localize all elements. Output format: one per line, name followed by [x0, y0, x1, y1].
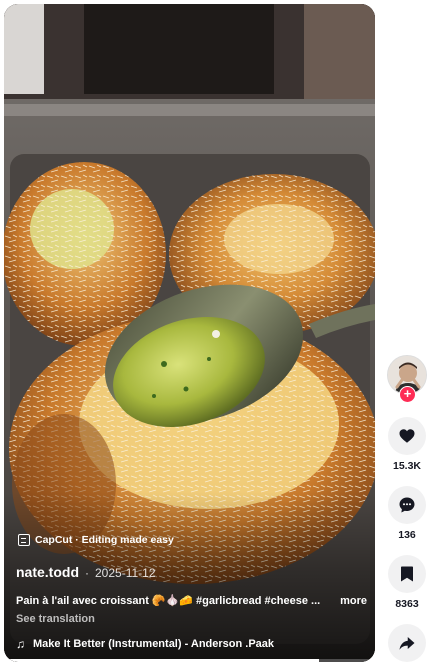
comment-bubble-icon	[399, 497, 415, 513]
post-date: 2025-11-12	[95, 566, 156, 580]
date-separator: ·	[85, 566, 89, 580]
comment-count: 136	[398, 529, 416, 541]
capcut-watermark-text: CapCut · Editing made easy	[35, 534, 174, 546]
author-row: nate.todd · 2025-11-12	[16, 564, 156, 580]
video-player[interactable]: CapCut · Editing made easy nate.todd · 2…	[4, 4, 375, 662]
video-progress-bar[interactable]	[4, 659, 375, 662]
share-arrow-icon	[399, 637, 415, 650]
video-caption: Pain à l'ail avec croissant 🥐🧄🧀 #garlicb…	[16, 595, 321, 607]
capcut-logo-icon	[18, 534, 30, 546]
author-name[interactable]: nate.todd	[16, 564, 79, 580]
video-progress-fill	[4, 659, 320, 662]
tiktok-video-page: CapCut · Editing made easy nate.todd · 2…	[0, 0, 437, 667]
share-action: 8643	[388, 624, 426, 667]
music-row[interactable]: ♫ Make It Better (Instrumental) - Anders…	[16, 638, 274, 650]
bookmark-icon	[401, 566, 413, 582]
caption-row: Pain à l'ail avec croissant 🥐🧄🧀 #garlicb…	[16, 594, 367, 608]
follow-button[interactable]: +	[399, 386, 416, 403]
author-avatar-wrap: +	[387, 355, 427, 403]
capcut-watermark[interactable]: CapCut · Editing made easy	[18, 534, 174, 546]
share-button[interactable]	[388, 624, 426, 662]
save-action: 8363	[388, 555, 426, 610]
like-button[interactable]	[388, 417, 426, 455]
heart-icon	[399, 429, 415, 443]
save-button[interactable]	[388, 555, 426, 593]
comment-button[interactable]	[388, 486, 426, 524]
music-note-icon: ♫	[16, 637, 25, 651]
like-action: 15.3K	[388, 417, 426, 472]
action-sidebar: + 15.3K 136 8363	[384, 355, 430, 667]
like-count: 15.3K	[392, 460, 422, 472]
comment-action: 136	[388, 486, 426, 541]
music-title: Make It Better (Instrumental) - Anderson…	[33, 638, 275, 650]
save-count: 8363	[395, 598, 419, 610]
see-translation-link[interactable]: See translation	[16, 613, 95, 625]
more-button[interactable]: more	[340, 595, 367, 607]
